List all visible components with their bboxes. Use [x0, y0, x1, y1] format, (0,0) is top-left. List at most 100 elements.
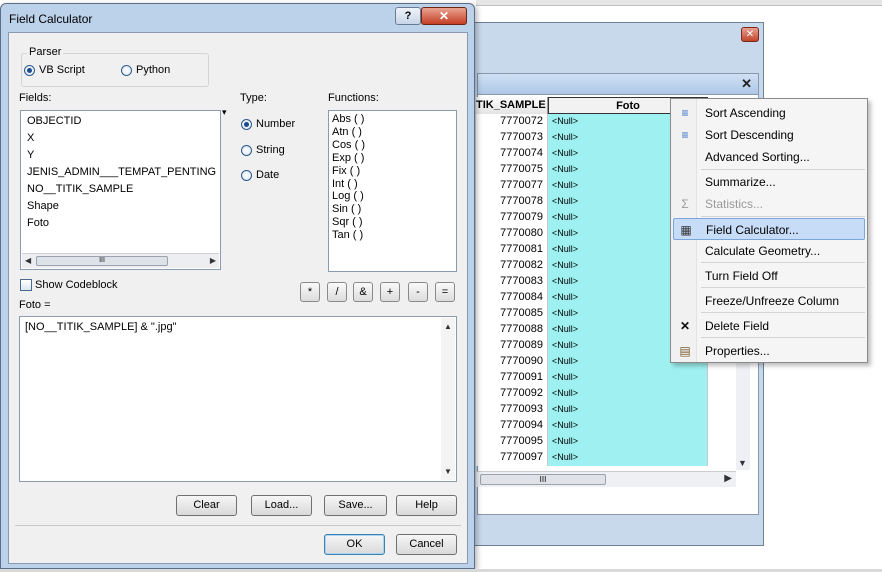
- type-date-radio[interactable]: [241, 170, 252, 181]
- scroll-up-arrow-icon[interactable]: ▲: [444, 322, 452, 331]
- function-list-item[interactable]: Log ( ): [332, 190, 364, 202]
- menu-item-summarize[interactable]: Summarize...: [673, 171, 865, 193]
- function-list-item[interactable]: Int ( ): [332, 178, 358, 190]
- menu-item-sort-descending[interactable]: ≡ Sort Descending: [673, 124, 865, 146]
- cell-titik-sample[interactable]: 7770077: [476, 178, 548, 194]
- function-list-item[interactable]: Exp ( ): [332, 152, 364, 164]
- type-string-radio[interactable]: [241, 145, 252, 156]
- cell-titik-sample[interactable]: 7770080: [476, 226, 548, 242]
- operator-plus-button[interactable]: +: [380, 282, 400, 302]
- scroll-left-arrow-icon[interactable]: ◀: [25, 256, 31, 265]
- field-list-item[interactable]: Y: [27, 149, 34, 161]
- field-list-item[interactable]: Foto: [27, 217, 49, 229]
- cell-titik-sample[interactable]: 7770091: [476, 370, 548, 386]
- cell-foto[interactable]: <Null>: [548, 402, 708, 418]
- close-icon[interactable]: ✕: [741, 76, 752, 92]
- column-header-titik-sample[interactable]: TIK_SAMPLE: [476, 97, 548, 114]
- menu-item-properties[interactable]: ▤ Properties...: [673, 340, 865, 362]
- table-row[interactable]: 7770092 <Null>: [476, 386, 708, 402]
- type-string-label[interactable]: String: [256, 144, 285, 156]
- cell-foto[interactable]: <Null>: [548, 418, 708, 434]
- cell-titik-sample[interactable]: 7770082: [476, 258, 548, 274]
- cell-titik-sample[interactable]: 7770075: [476, 162, 548, 178]
- save-button[interactable]: Save...: [324, 495, 387, 516]
- menu-item-freeze-unfreeze-column[interactable]: Freeze/Unfreeze Column: [673, 290, 865, 312]
- cell-titik-sample[interactable]: 7770097: [476, 450, 548, 466]
- cell-titik-sample[interactable]: 7770074: [476, 146, 548, 162]
- function-list-item[interactable]: Sqr ( ): [332, 216, 363, 228]
- python-radio[interactable]: [121, 65, 132, 76]
- table-horizontal-scrollbar[interactable]: III ▶: [476, 471, 736, 487]
- cell-titik-sample[interactable]: 7770093: [476, 402, 548, 418]
- load-button[interactable]: Load...: [251, 495, 312, 516]
- fields-list[interactable]: ◀ III ▶ OBJECTID X Y JENIS_ADMIN___TEMPAT_P…: [20, 110, 221, 270]
- function-list-item[interactable]: Cos ( ): [332, 139, 365, 151]
- field-list-item[interactable]: X: [27, 132, 34, 144]
- table-row[interactable]: 7770097 <Null>: [476, 450, 708, 466]
- menu-item-delete-field[interactable]: ✕ Delete Field: [673, 315, 865, 337]
- scroll-right-arrow-icon[interactable]: ▶: [210, 256, 216, 265]
- menu-item-turn-field-off[interactable]: Turn Field Off: [673, 265, 865, 287]
- function-list-item[interactable]: Atn ( ): [332, 126, 362, 138]
- type-number-radio[interactable]: [241, 119, 252, 130]
- fields-horizontal-scrollbar[interactable]: ◀ III ▶: [22, 253, 219, 268]
- field-list-item[interactable]: Shape: [27, 200, 59, 212]
- table-row[interactable]: 7770094 <Null>: [476, 418, 708, 434]
- vbscript-radio-label[interactable]: VB Script: [39, 64, 85, 76]
- operator-divide-button[interactable]: /: [327, 282, 347, 302]
- clear-button[interactable]: Clear: [176, 495, 237, 516]
- expression-scrollbar[interactable]: ▲ ▼: [441, 318, 455, 480]
- function-list-item[interactable]: Fix ( ): [332, 165, 360, 177]
- table-row[interactable]: 7770091 <Null>: [476, 370, 708, 386]
- menu-item-sort-ascending[interactable]: ≡ Sort Ascending: [673, 102, 865, 124]
- cell-titik-sample[interactable]: 7770094: [476, 418, 548, 434]
- table-row[interactable]: 7770093 <Null>: [476, 402, 708, 418]
- field-list-item[interactable]: OBJECTID: [27, 115, 81, 127]
- function-list-item[interactable]: Sin ( ): [332, 203, 361, 215]
- cell-titik-sample[interactable]: 7770084: [476, 290, 548, 306]
- field-list-item[interactable]: NO__TITIK_SAMPLE: [27, 183, 133, 195]
- function-list-item[interactable]: Abs ( ): [332, 113, 364, 125]
- scrollbar-thumb[interactable]: III: [36, 256, 168, 266]
- menu-item-advanced-sorting[interactable]: Advanced Sorting...: [673, 146, 865, 168]
- table-window-close-button[interactable]: ✕: [741, 27, 759, 42]
- cell-titik-sample[interactable]: 7770095: [476, 434, 548, 450]
- table-row[interactable]: 7770095 <Null>: [476, 434, 708, 450]
- scroll-right-arrow-icon[interactable]: ▶: [724, 473, 732, 484]
- cancel-button[interactable]: Cancel: [396, 534, 457, 555]
- fields-dropdown-icon[interactable]: ▾: [222, 107, 227, 118]
- cell-foto[interactable]: <Null>: [548, 386, 708, 402]
- menu-item-field-calculator[interactable]: ▦ Field Calculator...: [673, 218, 865, 240]
- cell-titik-sample[interactable]: 7770079: [476, 210, 548, 226]
- cell-titik-sample[interactable]: 7770081: [476, 242, 548, 258]
- cell-titik-sample[interactable]: 7770092: [476, 386, 548, 402]
- cell-foto[interactable]: <Null>: [548, 434, 708, 450]
- operator-minus-button[interactable]: -: [408, 282, 428, 302]
- cell-foto[interactable]: <Null>: [548, 450, 708, 466]
- help-text-button[interactable]: Help: [396, 495, 457, 516]
- type-date-label[interactable]: Date: [256, 169, 279, 181]
- type-number-label[interactable]: Number: [256, 118, 295, 130]
- scroll-down-arrow-icon[interactable]: ▼: [738, 458, 747, 468]
- close-button[interactable]: ✕: [421, 7, 467, 25]
- operator-multiply-button[interactable]: *: [300, 282, 320, 302]
- cell-titik-sample[interactable]: 7770085: [476, 306, 548, 322]
- functions-list[interactable]: Abs ( ) Atn ( ) Cos ( ) Exp ( ) Fix ( ) Int (…: [328, 110, 457, 272]
- python-radio-label[interactable]: Python: [136, 64, 170, 76]
- menu-item-calculate-geometry[interactable]: Calculate Geometry...: [673, 240, 865, 262]
- scroll-down-arrow-icon[interactable]: ▼: [444, 467, 452, 476]
- cell-titik-sample[interactable]: 7770083: [476, 274, 548, 290]
- cell-titik-sample[interactable]: 7770073: [476, 130, 548, 146]
- operator-concat-button[interactable]: &: [353, 282, 373, 302]
- vbscript-radio[interactable]: [24, 65, 35, 76]
- function-list-item[interactable]: Tan ( ): [332, 229, 363, 241]
- ok-button[interactable]: OK: [324, 534, 385, 555]
- expression-input[interactable]: [NO__TITIK_SAMPLE] & ".jpg" ▲ ▼: [19, 316, 457, 482]
- field-list-item[interactable]: JENIS_ADMIN___TEMPAT_PENTING: [27, 166, 216, 178]
- show-codeblock-checkbox[interactable]: [20, 279, 32, 291]
- show-codeblock-label[interactable]: Show Codeblock: [35, 279, 118, 291]
- cell-titik-sample[interactable]: 7770072: [476, 114, 548, 130]
- cell-titik-sample[interactable]: 7770089: [476, 338, 548, 354]
- help-button[interactable]: ?: [395, 7, 421, 25]
- operator-equals-button[interactable]: =: [435, 282, 455, 302]
